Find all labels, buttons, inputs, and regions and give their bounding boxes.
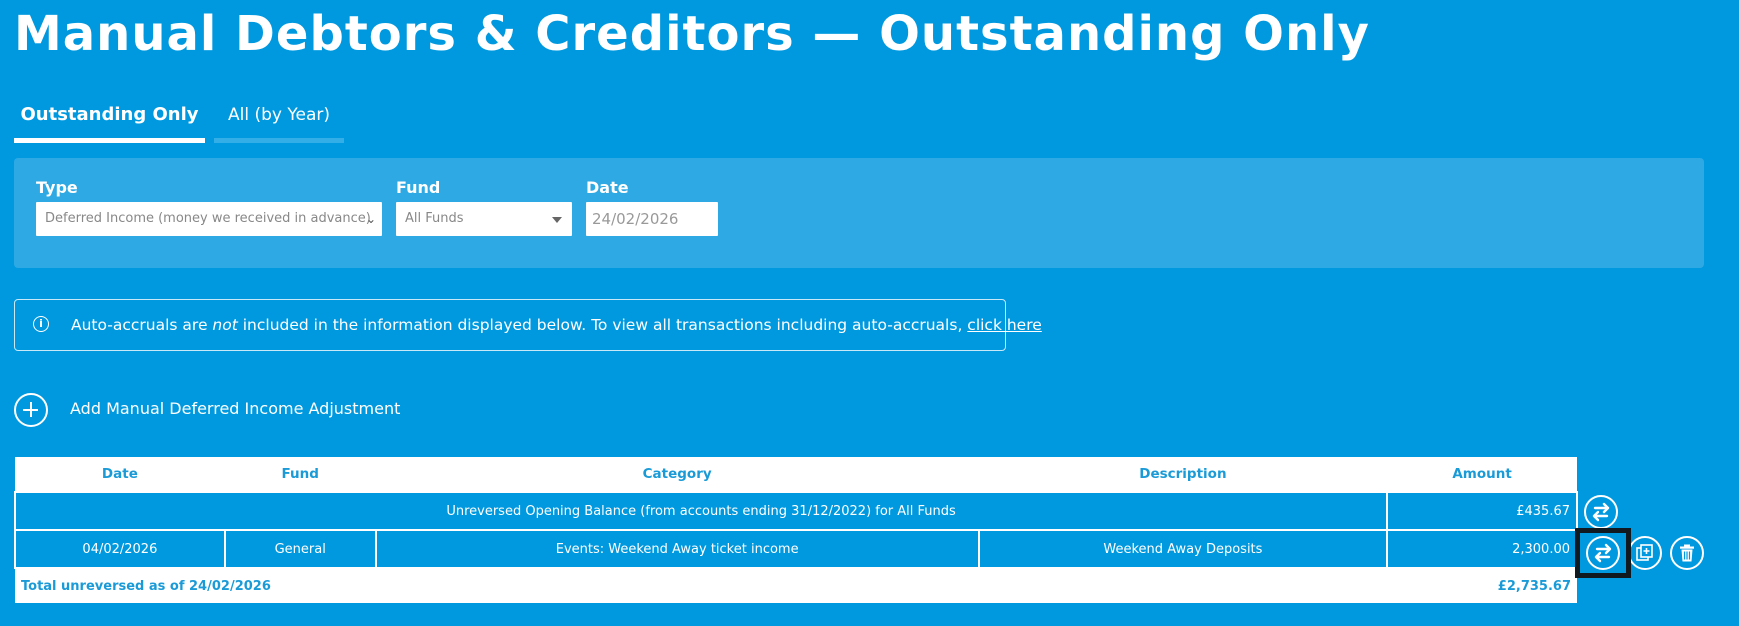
table-row: 04/02/2026 General Events: Weekend Away … [14,529,1578,569]
filter-panel: Type Deferred Income (money we received … [14,158,1704,268]
tab-all-by-year[interactable]: All (by Year) [214,98,344,143]
column-header-amount: Amount [1387,457,1577,492]
selection-highlight [1575,528,1631,578]
type-label: Type [36,178,78,197]
type-select[interactable]: Deferred Income (money we received in ad… [36,202,382,236]
trash-icon [1680,544,1694,562]
column-header-category: Category [375,457,979,492]
fund-filter-group: Fund All Funds [396,178,572,236]
row-description: Weekend Away Deposits [977,529,1389,569]
deferred-income-table: Date Fund Category Description Amount Un… [13,457,1578,603]
opening-balance-text: Unreversed Opening Balance (from account… [13,491,1389,531]
type-select-value: Deferred Income (money we received in ad… [45,211,371,226]
delete-row-button[interactable] [1670,536,1704,570]
chevron-down-icon: ⌄ [365,212,376,226]
fund-select-value: All Funds [405,211,464,226]
opening-balance-amount: £435.67 [1386,491,1578,531]
column-header-date: Date [15,457,225,492]
row-category: Events: Weekend Away ticket income [374,529,980,569]
date-filter-group: Date 24/02/2026 [586,178,718,236]
reverse-arrows-icon [1592,502,1610,522]
click-here-link[interactable]: click here [967,316,1042,334]
copy-row-button[interactable] [1628,536,1662,570]
date-label: Date [586,178,629,197]
total-amount: £2,735.67 [1387,568,1577,603]
column-header-fund: Fund [224,457,376,492]
type-filter-group: Type Deferred Income (money we received … [36,178,382,236]
column-header-description: Description [978,457,1388,492]
info-text: Auto-accruals are not included in the in… [71,300,1042,350]
reverse-opening-balance-button[interactable] [1584,495,1618,529]
total-label: Total unreversed as of 24/02/2026 [15,568,1388,603]
fund-label: Fund [396,178,441,197]
tab-outstanding-only[interactable]: Outstanding Only [14,98,205,143]
date-input[interactable]: 24/02/2026 [586,202,718,236]
tab-bar: Outstanding Only All (by Year) [14,98,354,144]
total-row: Total unreversed as of 24/02/2026 £2,735… [15,568,1577,603]
info-text-emphasis: not [212,316,238,334]
add-adjustment-label[interactable]: Add Manual Deferred Income Adjustment [70,399,400,418]
plus-circle-icon[interactable] [14,393,48,427]
opening-balance-row: Unreversed Opening Balance (from account… [13,491,1578,531]
info-icon: i [33,316,49,332]
info-text-prefix: Auto-accruals are [71,316,213,334]
copy-icon [1636,544,1653,561]
caret-down-icon [552,217,562,223]
row-amount: 2,300.00 [1386,529,1578,569]
page-title: Manual Debtors & Creditors — Outstanding… [14,6,1370,62]
row-fund: General [223,529,377,569]
info-banner: i Auto-accruals are not included in the … [14,299,1042,351]
info-text-suffix: included in the information displayed be… [237,316,968,334]
row-date: 04/02/2026 [14,529,226,569]
table-header-row: Date Fund Category Description Amount [15,457,1577,492]
fund-select[interactable]: All Funds [396,202,572,236]
